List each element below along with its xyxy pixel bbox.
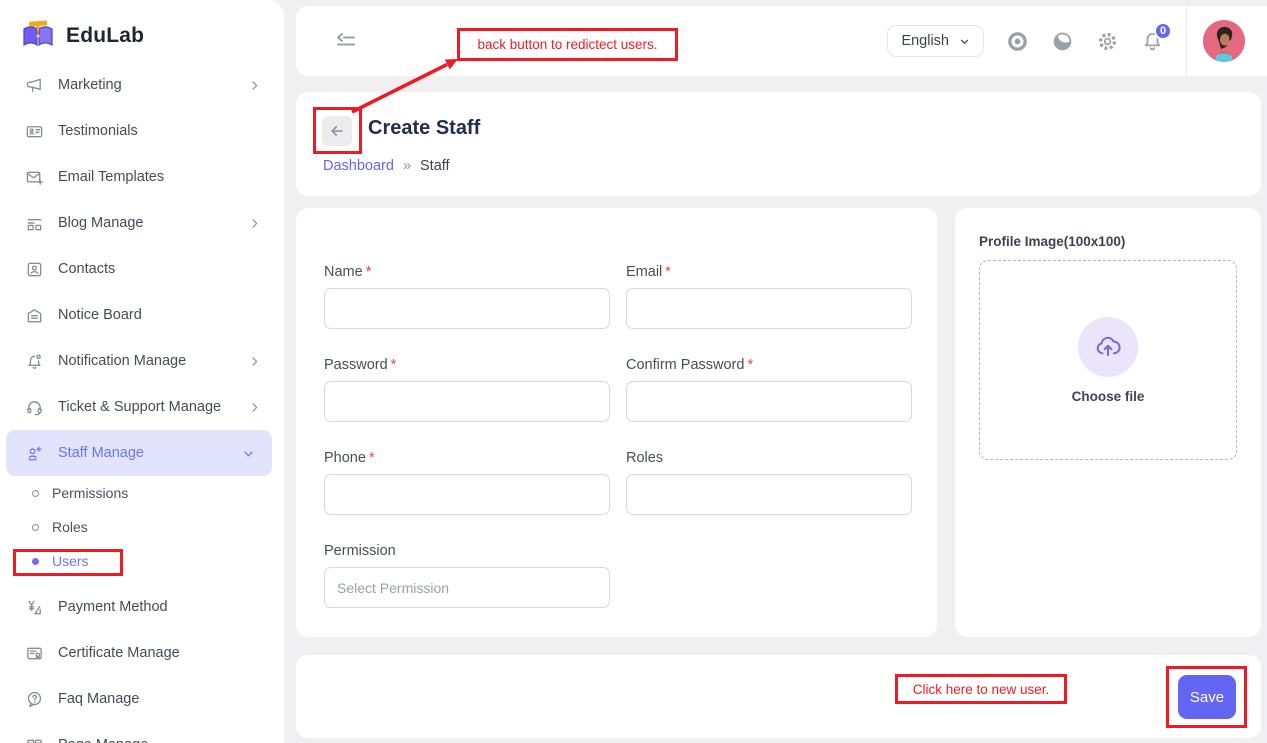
sidebar-item-page-manage[interactable]: Page Manage <box>0 722 284 743</box>
breadcrumb-separator: » <box>403 158 411 174</box>
choose-file-label: Choose file <box>1072 389 1145 404</box>
sidebar-item-staff-manage[interactable]: Staff Manage <box>6 430 272 476</box>
required-marker: * <box>366 264 372 280</box>
notification-badge: 0 <box>1154 22 1172 40</box>
brand-logo[interactable]: EduLab <box>0 0 284 62</box>
required-marker: * <box>391 357 397 373</box>
password-field[interactable] <box>324 381 610 422</box>
profile-image-label: Profile Image(100x100) <box>979 234 1125 249</box>
sidebar-item-blog-manage[interactable]: Blog Manage <box>0 200 284 246</box>
edulab-logo-icon <box>20 17 56 56</box>
roles-label: Roles <box>626 450 663 466</box>
sidebar-item-marketing[interactable]: Marketing <box>0 62 284 108</box>
bullet-icon <box>32 490 39 497</box>
required-marker: * <box>369 450 375 466</box>
sidebar-subitem-roles[interactable]: Roles <box>0 510 284 544</box>
sidebar-item-email-templates[interactable]: Email Templates <box>0 154 284 200</box>
roles-field[interactable] <box>626 474 912 515</box>
sidebar-item-notice-board[interactable]: Notice Board <box>0 292 284 338</box>
topbar: English 0 <box>296 6 1267 76</box>
notice-board-icon <box>24 305 44 325</box>
chevron-right-icon <box>248 78 262 92</box>
eye-icon[interactable] <box>1005 29 1029 53</box>
sidebar: EduLab Marketing Testimonials Email Temp… <box>0 0 284 743</box>
moon-icon[interactable] <box>1050 29 1074 53</box>
sidebar-item-faq-manage[interactable]: Faq Manage <box>0 676 284 722</box>
breadcrumb-current: Staff <box>420 158 450 174</box>
create-staff-form: Name* Email* Password* Confirm Password*… <box>296 208 937 637</box>
contact-icon <box>24 259 44 279</box>
profile-image-dropzone[interactable]: Choose file <box>979 260 1237 460</box>
megaphone-icon <box>24 75 44 95</box>
permission-field[interactable] <box>324 567 610 608</box>
bell-dot-icon <box>24 351 44 371</box>
phone-label: Phone <box>324 450 366 466</box>
chevron-down-icon <box>959 36 970 47</box>
required-marker: * <box>747 357 753 373</box>
required-marker: * <box>665 264 671 280</box>
footer-card: Save <box>296 655 1261 738</box>
certificate-icon <box>24 643 44 663</box>
chevron-down-icon <box>242 446 256 460</box>
save-button[interactable]: Save <box>1178 675 1236 719</box>
sidebar-subitem-permissions[interactable]: Permissions <box>0 476 284 510</box>
mail-plus-icon <box>24 167 44 187</box>
sidebar-item-certificate-manage[interactable]: Certificate Manage <box>0 630 284 676</box>
cloud-upload-icon <box>1093 332 1123 362</box>
id-card-icon <box>24 121 44 141</box>
user-plus-icon <box>24 443 44 463</box>
chevron-right-icon <box>248 354 262 368</box>
bullet-icon <box>32 558 39 565</box>
brand-name: EduLab <box>66 24 144 48</box>
back-button[interactable] <box>322 116 352 146</box>
divider <box>1186 6 1187 76</box>
sidebar-item-payment-method[interactable]: Payment Method <box>0 584 284 630</box>
breadcrumb-dashboard-link[interactable]: Dashboard <box>323 158 394 174</box>
bullet-icon <box>32 524 39 531</box>
sidebar-item-ticket-support-manage[interactable]: Ticket & Support Manage <box>0 384 284 430</box>
headset-icon <box>24 397 44 417</box>
currency-icon <box>24 597 44 617</box>
profile-image-card: Profile Image(100x100) Choose file <box>955 208 1261 637</box>
email-field[interactable] <box>626 288 912 329</box>
email-label: Email <box>626 264 662 280</box>
question-bubble-icon <box>24 689 44 709</box>
confirm-password-label: Confirm Password <box>626 357 744 373</box>
avatar[interactable] <box>1203 20 1245 62</box>
bell-icon[interactable]: 0 <box>1140 29 1164 53</box>
phone-field[interactable] <box>324 474 610 515</box>
pages-icon <box>24 735 44 743</box>
page-header-card: Create Staff Dashboard » Staff <box>296 92 1261 196</box>
page-title: Create Staff <box>368 117 480 140</box>
sidebar-item-notification-manage[interactable]: Notification Manage <box>0 338 284 384</box>
password-label: Password <box>324 357 388 373</box>
language-value: English <box>901 33 949 49</box>
blog-layout-icon <box>24 213 44 233</box>
name-label: Name <box>324 264 363 280</box>
sidebar-subitem-users[interactable]: Users <box>0 544 284 578</box>
permission-label: Permission <box>324 543 396 559</box>
gear-icon[interactable] <box>1095 29 1119 53</box>
confirm-password-field[interactable] <box>626 381 912 422</box>
name-field[interactable] <box>324 288 610 329</box>
upload-circle <box>1078 317 1138 377</box>
sidebar-item-contacts[interactable]: Contacts <box>0 246 284 292</box>
breadcrumb: Dashboard » Staff <box>323 158 450 174</box>
language-select[interactable]: English <box>887 25 984 57</box>
sidebar-item-testimonials[interactable]: Testimonials <box>0 108 284 154</box>
screen: EduLab Marketing Testimonials Email Temp… <box>0 0 1267 743</box>
sidebar-collapse-icon[interactable] <box>334 29 358 53</box>
chevron-right-icon <box>248 400 262 414</box>
chevron-right-icon <box>248 216 262 230</box>
